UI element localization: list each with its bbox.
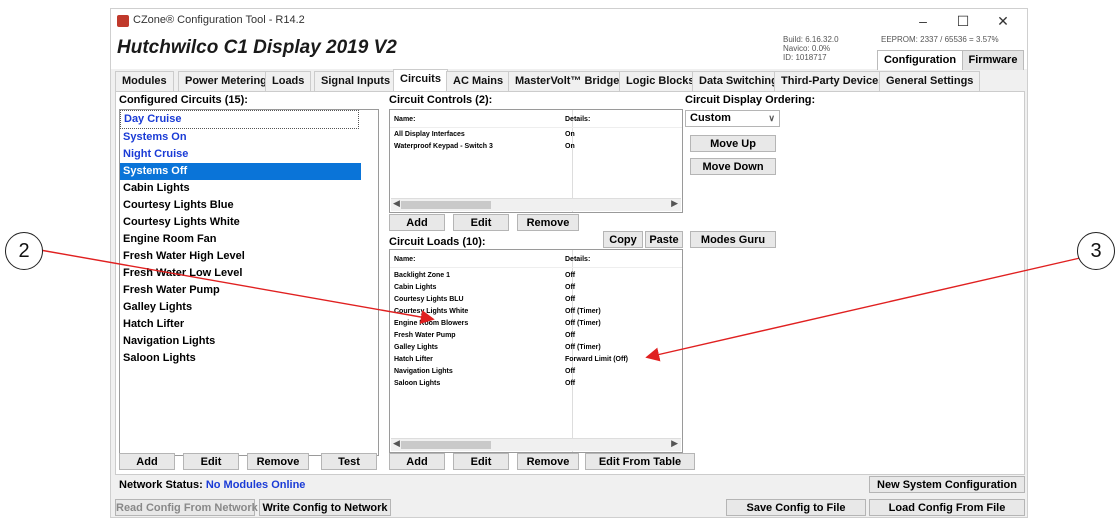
callout-2-arrow bbox=[39, 249, 435, 324]
callout-2: 2 bbox=[5, 232, 43, 270]
callout-3-arrow bbox=[645, 257, 1081, 362]
annotation-layer bbox=[39, 249, 1081, 362]
callout-3: 3 bbox=[1077, 232, 1115, 270]
